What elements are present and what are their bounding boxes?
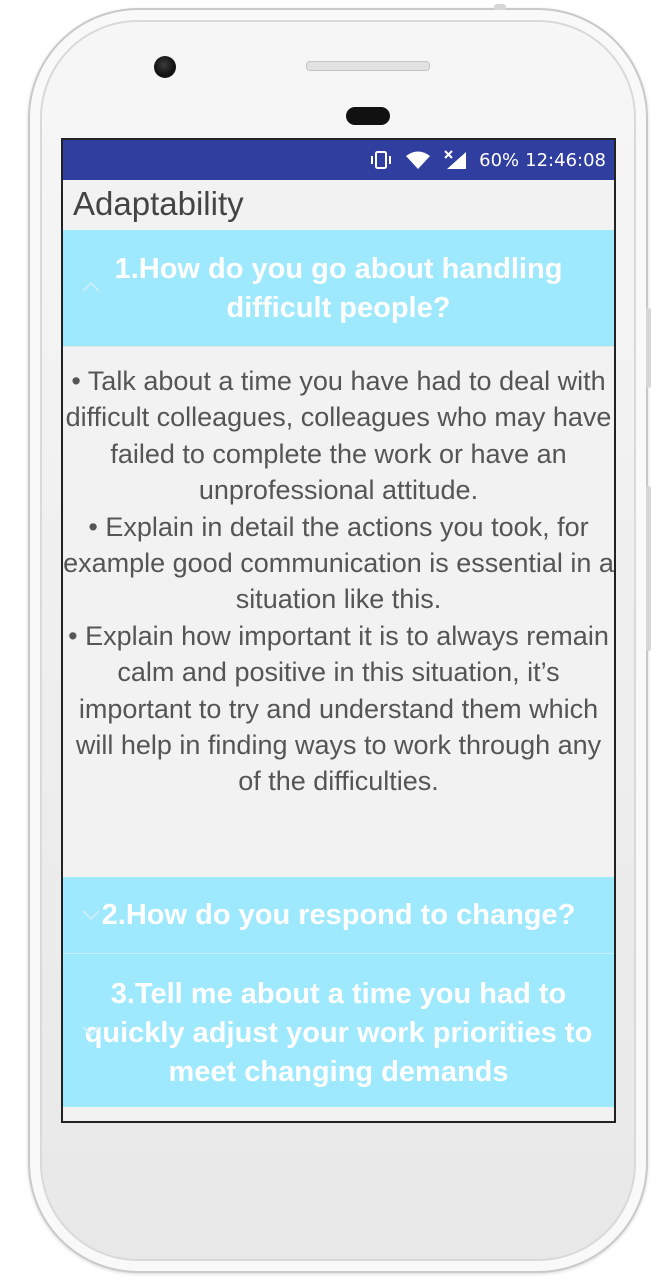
- question-3-header[interactable]: 3.Tell me about a time you had to quickl…: [63, 953, 614, 1107]
- page-title: Adaptability: [73, 185, 244, 222]
- question-3-title: 3.Tell me about a time you had to quickl…: [84, 978, 593, 1088]
- status-bar: 60% 12:46:08: [63, 140, 614, 180]
- signal-icon: [443, 150, 467, 170]
- question-1-title: 1.How do you go about handling difficult…: [114, 253, 563, 324]
- answer-bullet: • Explain in detail the actions you took…: [63, 511, 614, 615]
- phone-screen: 60% 12:46:08 Adaptability 1.How do you g…: [61, 138, 616, 1123]
- top-button: [494, 4, 506, 10]
- chevron-up-icon: [82, 281, 100, 292]
- wifi-icon: [405, 150, 431, 170]
- front-camera: [154, 56, 176, 78]
- vibrate-icon: [369, 150, 393, 170]
- question-1-answer: • Talk about a time you have had to deal…: [63, 346, 614, 877]
- chevron-down-icon: [82, 1026, 100, 1037]
- battery-level: 60%: [479, 149, 520, 171]
- power-button: [646, 308, 651, 388]
- answer-bullet: • Explain how important it is to always …: [68, 620, 609, 797]
- volume-button: [646, 486, 651, 651]
- answer-bullet: • Talk about a time you have had to deal…: [65, 366, 612, 506]
- proximity-sensor: [346, 107, 390, 125]
- chevron-down-icon: [82, 910, 100, 921]
- question-2-title: 2.How do you respond to change?: [101, 899, 576, 931]
- question-1-header[interactable]: 1.How do you go about handling difficult…: [63, 230, 614, 346]
- question-2-header[interactable]: 2.How do you respond to change?: [63, 877, 614, 953]
- earpiece-speaker: [306, 61, 430, 71]
- clock: 12:46:08: [525, 149, 606, 171]
